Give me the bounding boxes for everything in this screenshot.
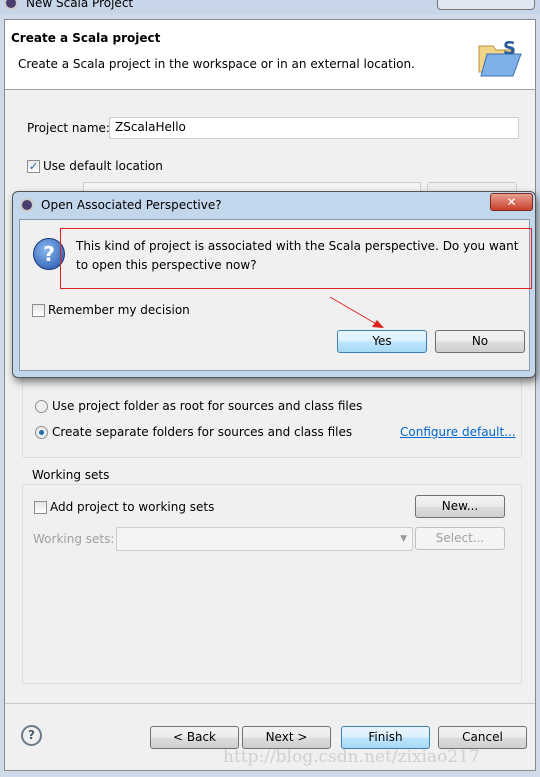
annotation-arrow [329, 296, 384, 328]
